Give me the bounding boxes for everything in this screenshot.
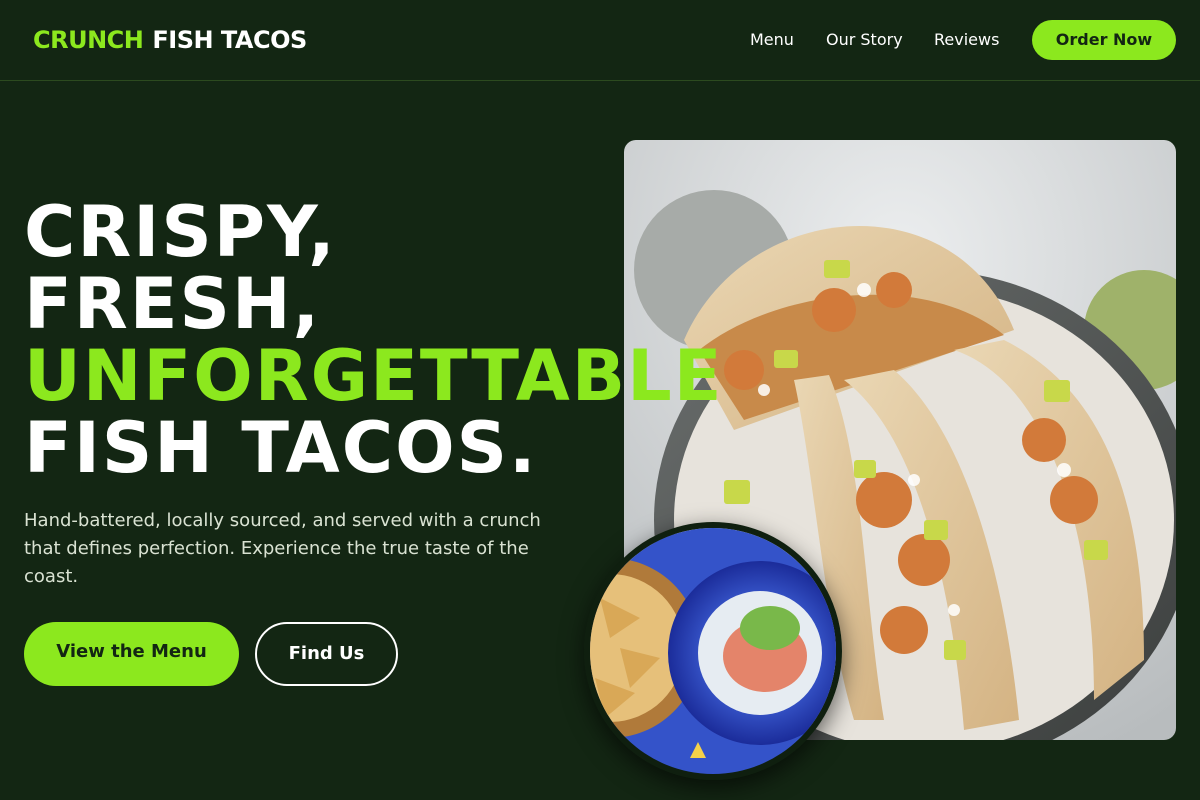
view-menu-button[interactable]: View the Menu <box>24 622 239 686</box>
find-us-button[interactable]: Find Us <box>255 622 398 686</box>
headline-line-crispy: CRISPY, <box>24 191 337 273</box>
headline-line-fresh: FRESH, <box>24 263 322 345</box>
nav-reviews-link[interactable]: Reviews <box>934 30 999 49</box>
nav-our-story-link[interactable]: Our Story <box>826 30 903 49</box>
ceviche-circle-image <box>584 522 842 780</box>
headline-line-fish-tacos: FISH TACOS. <box>24 407 538 489</box>
site-header: CRUNCH FISH TACOS Menu Our Story Reviews … <box>0 0 1200 81</box>
hero-subtext: Hand-battered, locally sourced, and serv… <box>24 510 541 587</box>
nav-menu-link[interactable]: Menu <box>750 30 794 49</box>
logo-crunch: CRUNCH <box>33 26 144 54</box>
hero-headline: CRISPY, FRESH, UNFORGETTABLE FISH TACOS. <box>24 196 724 484</box>
logo[interactable]: CRUNCH FISH TACOS <box>33 26 307 54</box>
order-now-button[interactable]: Order Now <box>1032 20 1176 60</box>
headline-accent: UNFORGETTABLE <box>24 335 724 417</box>
logo-fish-tacos: FISH TACOS <box>152 26 307 54</box>
